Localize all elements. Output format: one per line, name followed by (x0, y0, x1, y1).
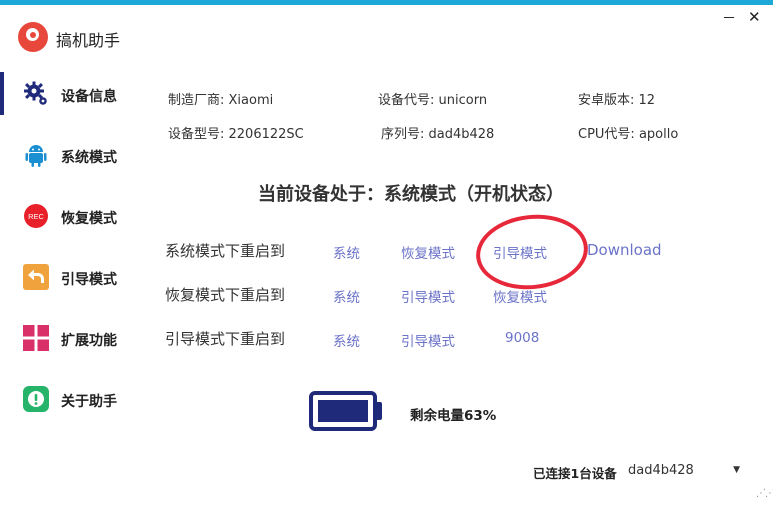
battery-level-text: 剩余电量63% (410, 408, 497, 424)
sidebar-item-extensions[interactable]: 扩展功能 (0, 314, 135, 364)
window-top-border (0, 0, 773, 5)
back-arrow-icon (23, 264, 49, 290)
connected-devices-label: 已连接1台设备 (533, 466, 617, 481)
model-info: 设备型号: 2206122SC (168, 127, 304, 142)
sidebar-item-label: 关于助手 (61, 394, 117, 410)
sidebar-item-recovery-mode[interactable]: REC 恢复模式 (0, 192, 135, 242)
reboot-row-label-bootloader: 引导模式下重启到 (165, 330, 286, 348)
sidebar-item-label: 引导模式 (61, 272, 117, 288)
reboot-system-to-download-link[interactable]: Download (587, 241, 662, 259)
sidebar-item-about[interactable]: 关于助手 (0, 375, 135, 425)
close-button[interactable]: ✕ (748, 8, 761, 26)
gear-icon (24, 81, 47, 105)
sidebar-item-label: 恢复模式 (61, 211, 117, 227)
minimize-button[interactable]: － (722, 8, 736, 28)
reboot-recovery-to-recovery-link[interactable]: 恢复模式 (493, 286, 547, 306)
battery-tip (377, 402, 382, 420)
device-status-title: 当前设备处于：系统模式（开机状态） (258, 184, 564, 205)
cpu-info: CPU代号: apollo (578, 127, 679, 142)
battery-icon (309, 391, 377, 431)
android-version-info: 安卓版本: 12 (578, 93, 656, 108)
reboot-row-label-recovery: 恢复模式下重启到 (165, 286, 286, 304)
battery-level-fill (318, 400, 368, 422)
app-logo-icon (18, 22, 48, 52)
grid-icon (23, 325, 49, 351)
serial-info: 序列号: dad4b428 (381, 127, 495, 142)
sidebar-item-system-mode[interactable]: 系统模式 (0, 131, 135, 181)
rec-icon: REC (24, 204, 48, 228)
app-title: 搞机助手 (56, 31, 121, 50)
device-select-value: dad4b428 (628, 463, 694, 478)
sidebar-item-label: 扩展功能 (61, 333, 117, 349)
svg-text:REC: REC (28, 212, 44, 221)
resize-grip-icon[interactable]: ⋰⋰ (756, 488, 773, 499)
reboot-bootloader-to-bootloader-link[interactable]: 引导模式 (401, 330, 455, 350)
sidebar-item-label: 系统模式 (61, 150, 117, 166)
reboot-bootloader-to-system-link[interactable]: 系统 (333, 330, 360, 350)
reboot-system-to-bootloader-link[interactable]: 引导模式 (493, 242, 547, 262)
android-icon (25, 145, 47, 167)
reboot-row-label-system: 系统模式下重启到 (165, 242, 286, 260)
sidebar-item-bootloader-mode[interactable]: 引导模式 (0, 253, 135, 303)
sidebar-item-label: 设备信息 (61, 89, 117, 105)
codename-info: 设备代号: unicorn (378, 93, 488, 108)
device-select-dropdown[interactable]: dad4b428 ▼ (622, 459, 744, 483)
reboot-bootloader-to-9008-link[interactable]: 9008 (505, 330, 539, 346)
dropdown-arrow-icon: ▼ (733, 465, 740, 475)
sidebar-item-device-info[interactable]: 设备信息 (0, 70, 135, 120)
info-icon (23, 386, 49, 412)
reboot-system-to-recovery-link[interactable]: 恢复模式 (401, 242, 455, 262)
reboot-recovery-to-bootloader-link[interactable]: 引导模式 (401, 286, 455, 306)
manufacturer-info: 制造厂商: Xiaomi (168, 93, 274, 108)
reboot-system-to-system-link[interactable]: 系统 (333, 242, 360, 262)
reboot-recovery-to-system-link[interactable]: 系统 (333, 286, 360, 306)
